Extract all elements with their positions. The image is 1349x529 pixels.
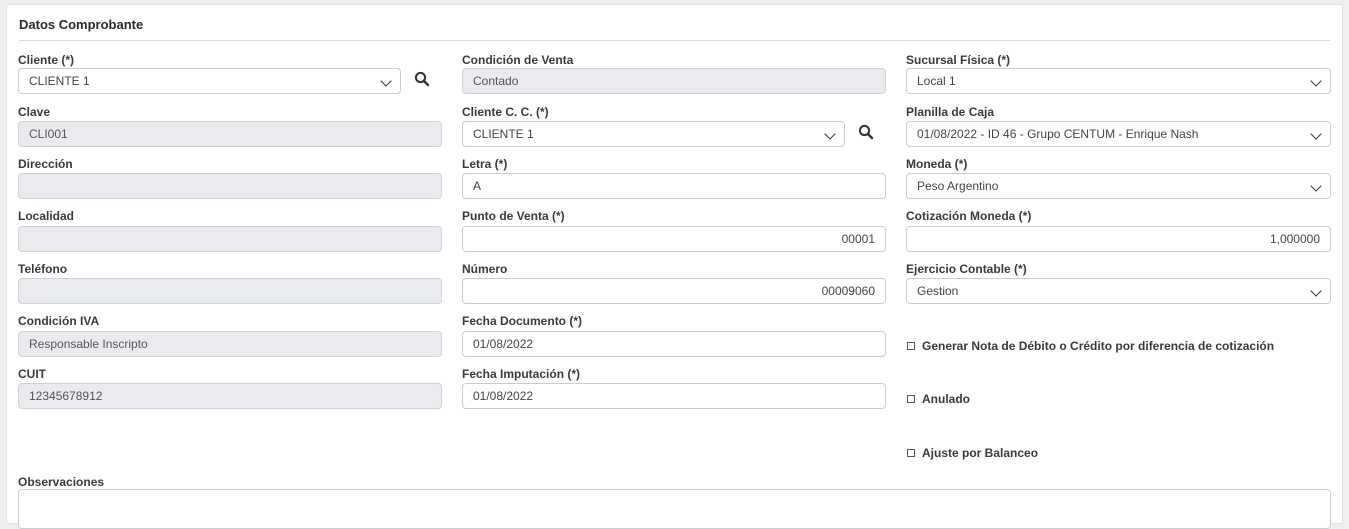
moneda-select[interactable]: Peso Argentino: [906, 173, 1331, 199]
localidad-field[interactable]: [18, 226, 442, 252]
cuit-label: CUIT: [18, 367, 46, 381]
checkbox-icon[interactable]: [907, 395, 915, 403]
condicion-venta-field[interactable]: Contado: [462, 68, 886, 94]
generar-nota-label: Generar Nota de Débito o Crédito por dif…: [922, 339, 1275, 353]
condicion-iva-field[interactable]: Responsable Inscripto: [18, 331, 442, 357]
anulado-checkbox[interactable]: Anulado: [907, 392, 970, 406]
numero-input[interactable]: 00009060: [462, 278, 886, 304]
planilla-select[interactable]: 01/08/2022 - ID 46 - Grupo CENTUM - Enri…: [906, 121, 1331, 147]
clave-field[interactable]: CLI001: [18, 121, 442, 147]
direccion-field[interactable]: [18, 173, 442, 199]
sucursal-select-value: Local 1: [917, 74, 956, 88]
punto-venta-input[interactable]: 00001: [462, 226, 886, 252]
localidad-label: Localidad: [18, 209, 75, 223]
cotizacion-label: Cotización Moneda (*): [906, 209, 1032, 223]
checkbox-icon[interactable]: [907, 449, 915, 457]
fecha-documento-label: Fecha Documento (*): [462, 314, 583, 328]
panel-title: Datos Comprobante: [19, 17, 144, 32]
chevron-down-icon: [1310, 75, 1322, 87]
cuit-field[interactable]: 12345678912: [18, 383, 442, 409]
planilla-label: Planilla de Caja: [906, 105, 995, 119]
fecha-imputacion-input[interactable]: 01/08/2022: [462, 383, 886, 409]
cliente-select-value: CLIENTE 1: [29, 74, 90, 88]
cliente-label: Cliente (*): [18, 53, 75, 67]
cliente-cc-select-value: CLIENTE 1: [473, 127, 534, 141]
checkbox-icon[interactable]: [907, 342, 915, 350]
ejercicio-select[interactable]: Gestion: [906, 278, 1331, 304]
moneda-label: Moneda (*): [906, 157, 968, 171]
chevron-down-icon: [1310, 285, 1322, 297]
ejercicio-label: Ejercicio Contable (*): [906, 262, 1027, 276]
letra-input[interactable]: A: [462, 173, 886, 199]
letra-label: Letra (*): [462, 157, 508, 171]
ajuste-balanceo-checkbox[interactable]: Ajuste por Balanceo: [907, 446, 1038, 460]
ejercicio-select-value: Gestion: [917, 284, 959, 298]
fecha-imputacion-label: Fecha Imputación (*): [462, 367, 581, 381]
ajuste-balanceo-label: Ajuste por Balanceo: [922, 446, 1039, 460]
moneda-select-value: Peso Argentino: [917, 179, 999, 193]
cotizacion-input[interactable]: 1,000000: [906, 226, 1331, 252]
cliente-cc-select[interactable]: CLIENTE 1: [462, 121, 845, 147]
condicion-venta-label: Condición de Venta: [462, 53, 574, 67]
telefono-field[interactable]: [18, 278, 442, 304]
chevron-down-icon: [380, 75, 392, 87]
cliente-search-icon[interactable]: [414, 71, 434, 91]
panel-divider: [19, 40, 1330, 41]
telefono-label: Teléfono: [18, 262, 68, 276]
planilla-select-value: 01/08/2022 - ID 46 - Grupo CENTUM - Enri…: [917, 127, 1199, 141]
chevron-down-icon: [1310, 128, 1322, 140]
direccion-label: Dirección: [18, 157, 73, 171]
cliente-cc-label: Cliente C. C. (*): [462, 105, 549, 119]
datos-comprobante-panel: Datos Comprobante Cliente (*) CLIENTE 1 …: [6, 4, 1343, 529]
sucursal-select[interactable]: Local 1: [906, 68, 1331, 94]
cliente-select[interactable]: CLIENTE 1: [18, 68, 401, 94]
chevron-down-icon: [1310, 180, 1322, 192]
clave-label: Clave: [18, 105, 51, 119]
condicion-iva-label: Condición IVA: [18, 314, 100, 328]
punto-venta-label: Punto de Venta (*): [462, 209, 565, 223]
fecha-documento-input[interactable]: 01/08/2022: [462, 331, 886, 357]
observaciones-textarea[interactable]: [18, 489, 1331, 529]
cliente-cc-search-icon[interactable]: [858, 124, 878, 144]
anulado-label: Anulado: [922, 392, 970, 406]
observaciones-label: Observaciones: [18, 475, 105, 489]
chevron-down-icon: [824, 128, 836, 140]
generar-nota-checkbox[interactable]: Generar Nota de Débito o Crédito por dif…: [907, 339, 1274, 353]
sucursal-label: Sucursal Física (*): [906, 53, 1011, 67]
numero-label: Número: [462, 262, 508, 276]
